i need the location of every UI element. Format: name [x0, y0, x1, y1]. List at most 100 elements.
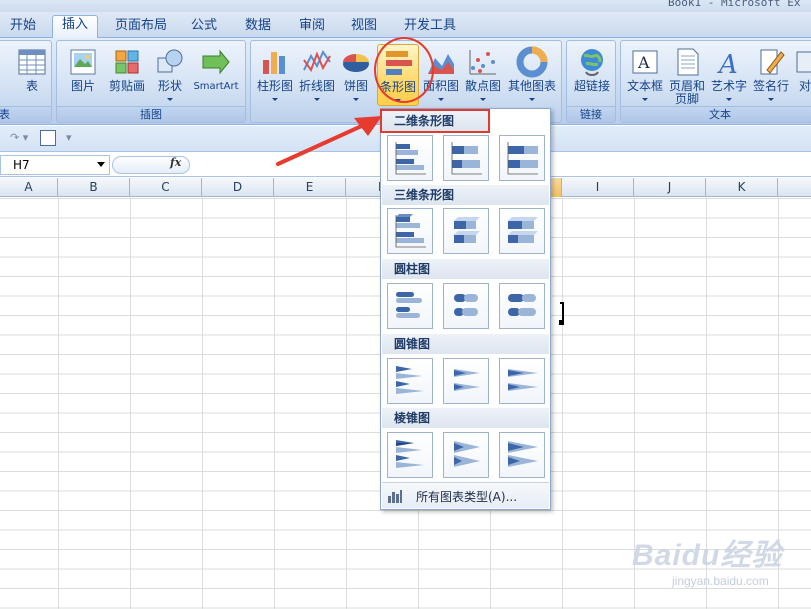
- section-title-3d-bar: 三维条形图: [382, 185, 549, 205]
- column-header[interactable]: B: [58, 178, 130, 197]
- tab-formulas[interactable]: 公式: [184, 17, 224, 38]
- chevron-down-icon: [438, 98, 444, 101]
- tab-page-layout[interactable]: 页面布局: [108, 17, 174, 38]
- smartart-button[interactable]: SmartArt: [191, 44, 241, 104]
- clustered-cone-option[interactable]: [387, 358, 433, 404]
- stacked-cone-icon: [454, 369, 480, 391]
- globe-link-icon: [581, 49, 603, 76]
- group-tables: 表 表: [0, 40, 52, 123]
- group-text: A 文本框 页眉和 页脚 A 艺术字 签名行 对 文本: [620, 40, 811, 123]
- line-chart-icon: [303, 49, 331, 73]
- cone-bar-icon: [396, 366, 424, 394]
- all-chart-types-item[interactable]: 所有图表类型(A)...: [382, 482, 549, 508]
- chevron-down-icon: [726, 98, 732, 101]
- column-header[interactable]: J: [634, 178, 706, 197]
- name-box[interactable]: H7: [0, 155, 110, 175]
- stacked-bar-2d-option[interactable]: [443, 135, 489, 181]
- red-arrow-annotation: [276, 116, 382, 166]
- stacked-cone-option[interactable]: [443, 358, 489, 404]
- header-footer-icon: [677, 48, 699, 76]
- header-footer-button[interactable]: 页眉和 页脚: [667, 44, 707, 106]
- stacked-cylinder-icon: [454, 294, 478, 316]
- scatter-chart-button[interactable]: 散点图: [463, 44, 503, 104]
- section-title-pyramid: 棱锥图: [382, 408, 549, 428]
- ribbon-tabs: 开始 插入 页面布局 公式 数据 审阅 视图 开发工具: [0, 12, 811, 39]
- watermark: Baidu经验 jingyan.baidu.com: [612, 530, 807, 605]
- tab-insert[interactable]: 插入: [52, 15, 98, 39]
- hyperlink-button[interactable]: 超链接: [571, 44, 613, 104]
- percent-cylinder-icon: [508, 294, 536, 316]
- clustered-bar-icon: [395, 142, 426, 175]
- column-chart-icon: [263, 52, 285, 74]
- active-cell-h7[interactable]: [560, 302, 564, 322]
- stacked-bar-3d-option[interactable]: [443, 208, 489, 254]
- signature-line-button[interactable]: 签名行: [751, 44, 791, 104]
- clustered-bar-2d-option[interactable]: [387, 135, 433, 181]
- all-chart-types-label: 所有图表类型(A)...: [416, 490, 518, 504]
- chevron-down-icon: [480, 98, 486, 101]
- 3d-percent-stacked-bar-icon: [508, 217, 538, 243]
- clustered-bar-3d-option[interactable]: [387, 208, 433, 254]
- object-button[interactable]: 对: [793, 44, 811, 104]
- chevron-down-icon[interactable]: [97, 162, 105, 167]
- customize-qat-icon[interactable]: ▾: [66, 131, 72, 145]
- chevron-down-icon: [314, 98, 320, 101]
- column-chart-button[interactable]: 柱形图: [255, 44, 295, 104]
- picture-button[interactable]: 图片: [65, 44, 101, 104]
- chevron-down-icon: [768, 98, 774, 101]
- table-button[interactable]: 表: [13, 44, 51, 104]
- pie-chart-button[interactable]: 饼图: [339, 44, 373, 104]
- shapes-button[interactable]: 形状: [153, 44, 187, 104]
- stacked-cylinder-option[interactable]: [443, 283, 489, 329]
- object-icon: [796, 51, 811, 73]
- chevron-down-icon: [272, 98, 278, 101]
- column-header[interactable]: L: [778, 178, 811, 197]
- other-charts-button[interactable]: 其他图表: [505, 44, 559, 104]
- clustered-cylinder-option[interactable]: [387, 283, 433, 329]
- group-illustrations: 图片 剪贴画 形状 SmartArt 插图: [56, 40, 246, 123]
- tab-review[interactable]: 审阅: [292, 17, 332, 38]
- pie-chart-icon: [343, 54, 369, 72]
- svg-text:A: A: [637, 53, 650, 72]
- column-header[interactable]: I: [562, 178, 634, 197]
- column-header[interactable]: C: [130, 178, 202, 197]
- clustered-pyramid-option[interactable]: [387, 432, 433, 478]
- tab-developer[interactable]: 开发工具: [398, 17, 462, 38]
- pyramid-bar-icon: [396, 440, 424, 468]
- percent-stacked-pyramid-option[interactable]: [499, 432, 545, 478]
- clipart-button[interactable]: 剪贴画: [105, 44, 149, 104]
- chevron-down-icon: [642, 98, 648, 101]
- doughnut-chart-icon: [516, 46, 548, 78]
- wordart-button[interactable]: A 艺术字: [709, 44, 749, 104]
- cylinder-bar-icon: [396, 292, 422, 318]
- stacked-pyramid-option[interactable]: [443, 432, 489, 478]
- column-header[interactable]: K: [706, 178, 778, 197]
- signature-icon: [760, 49, 785, 75]
- line-chart-button[interactable]: 折线图: [297, 44, 337, 104]
- tab-home[interactable]: 开始: [4, 17, 42, 38]
- percent-stacked-bar-2d-option[interactable]: [499, 135, 545, 181]
- column-header[interactable]: D: [202, 178, 274, 197]
- percent-stacked-bar-icon: [507, 142, 538, 175]
- stacked-bar-icon: [451, 142, 482, 175]
- percent-stacked-cone-option[interactable]: [499, 358, 545, 404]
- section-title-cylinder: 圆柱图: [382, 259, 549, 279]
- fill-handle[interactable]: [559, 320, 564, 325]
- tab-data[interactable]: 数据: [238, 17, 278, 38]
- picture-icon: [70, 49, 96, 75]
- percent-pyramid-icon: [508, 441, 538, 467]
- fx-icon[interactable]: fx: [170, 156, 181, 169]
- percent-stacked-bar-3d-option[interactable]: [499, 208, 545, 254]
- smartart-icon: [202, 49, 230, 75]
- column-header[interactable]: E: [274, 178, 346, 197]
- percent-stacked-cylinder-option[interactable]: [499, 283, 545, 329]
- column-header[interactable]: A: [0, 178, 58, 197]
- chart-types-icon: [388, 490, 402, 503]
- scatter-chart-icon: [469, 50, 496, 75]
- tab-view[interactable]: 视图: [344, 17, 384, 38]
- textbox-button[interactable]: A 文本框: [625, 44, 665, 104]
- wordart-icon: A: [717, 50, 738, 78]
- form-icon[interactable]: [40, 130, 56, 146]
- redo-icon[interactable]: ↷ ▾: [10, 131, 28, 145]
- table-icon: [18, 49, 46, 75]
